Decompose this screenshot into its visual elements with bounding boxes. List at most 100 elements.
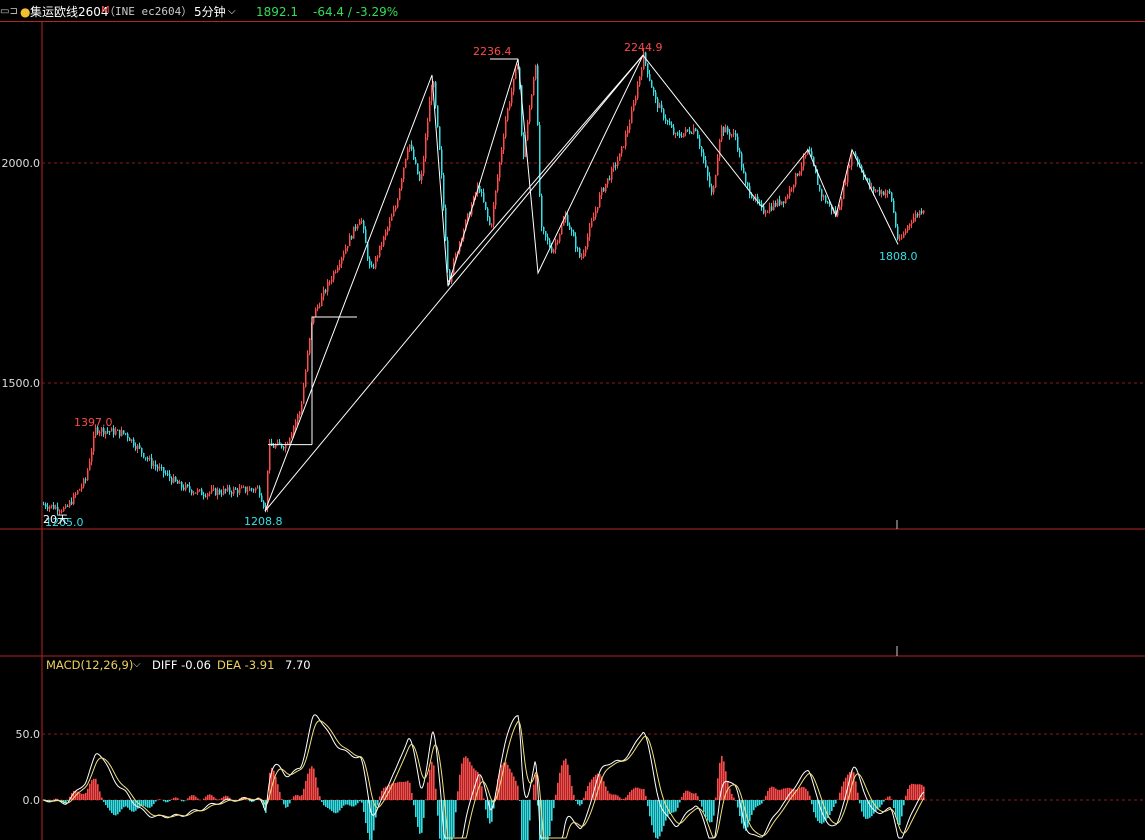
macd-bar (703, 800, 705, 813)
candle-body (705, 160, 707, 167)
macd-bar (803, 787, 805, 800)
candle-body (301, 403, 303, 413)
macd-bar (859, 800, 861, 804)
candle-body (63, 507, 65, 512)
candle-body (215, 488, 217, 496)
macd-bar (801, 786, 803, 800)
candle-body (185, 484, 187, 490)
macd-bar (563, 760, 565, 800)
candle-body (797, 173, 799, 176)
candle-body (601, 188, 603, 195)
candle-body (625, 133, 627, 147)
candle-body (209, 492, 211, 494)
macd-indicator-label[interactable]: MACD(12,26,9) (46, 658, 133, 672)
candle-body (199, 489, 201, 491)
macd-bar (641, 789, 643, 800)
macd-bar (435, 788, 437, 800)
macd-bar (907, 789, 909, 800)
candle-body (825, 196, 827, 203)
macd-bar (637, 787, 639, 800)
chevron-down-icon[interactable]: ⌵ (133, 658, 141, 672)
candle-body (661, 104, 663, 110)
candle-body (65, 505, 67, 508)
candle-body (617, 160, 619, 167)
candle-body (187, 484, 189, 487)
macd-bar (305, 780, 307, 800)
kline-chart[interactable]: 2000.01500.050.00.01205.020天1397.01208.8… (0, 0, 1145, 840)
macd-bar (751, 800, 753, 815)
candle-body (435, 82, 437, 106)
macd-bar (105, 800, 107, 806)
macd-bar (507, 764, 509, 800)
candle-body (753, 197, 755, 200)
candle-body (487, 208, 489, 218)
macd-bar (415, 800, 417, 818)
candle-body (539, 125, 541, 196)
macd-bar (285, 800, 287, 808)
candle-body (73, 494, 75, 505)
candle-body (481, 191, 483, 193)
candle-body (237, 489, 239, 494)
candle-body (795, 173, 797, 185)
macd-bar (567, 764, 569, 800)
macd-bar (451, 800, 453, 840)
macd-bar (311, 766, 313, 800)
candle-body (137, 445, 139, 449)
candle-body (427, 121, 429, 138)
macd-bar (323, 800, 325, 806)
candle-body (91, 451, 93, 462)
macd-bar (339, 800, 341, 811)
macd-bar (913, 783, 915, 800)
candle-body (289, 438, 291, 444)
macd-bar (427, 782, 429, 800)
macd-bar (175, 797, 177, 800)
candle-body (665, 118, 667, 121)
macd-bar (393, 782, 395, 800)
macd-bar (351, 800, 353, 807)
candle-body (141, 447, 143, 454)
candle-body (161, 467, 163, 469)
macd-bar (437, 800, 439, 816)
candle-body (303, 386, 305, 404)
macd-bar (617, 795, 619, 800)
macd-bar (605, 786, 607, 800)
candle-body (717, 157, 719, 176)
macd-bar (915, 784, 917, 800)
macd-bar (329, 800, 331, 810)
candle-body (401, 179, 403, 189)
candle-body (785, 198, 787, 204)
macd-bar (461, 763, 463, 800)
macd-bar (903, 800, 905, 806)
macd-bar (577, 800, 579, 805)
macd-bar (171, 799, 173, 800)
candle-body (113, 428, 115, 435)
macd-bar (421, 800, 423, 833)
candle-body (667, 120, 669, 122)
candle-body (393, 210, 395, 217)
macd-bar (575, 800, 577, 801)
candle-body (669, 121, 671, 125)
candle-body (57, 506, 59, 512)
candle-body (403, 167, 405, 180)
candle-body (497, 177, 499, 191)
macd-bar (303, 788, 305, 800)
candle-body (585, 247, 587, 253)
macd-bar (163, 800, 165, 802)
macd-bar (841, 786, 843, 800)
macd-bar (111, 800, 113, 814)
macd-bar (691, 793, 693, 800)
macd-bar (473, 768, 475, 800)
macd-bar (145, 800, 147, 807)
candle-body (279, 442, 281, 444)
macd-bar (711, 800, 713, 823)
macd-bar (405, 781, 407, 800)
macd-bar (291, 799, 293, 800)
macd-bar (513, 776, 515, 800)
macd-bar (197, 798, 199, 800)
candle-body (783, 201, 785, 204)
macd-bar (761, 800, 763, 804)
macd-bar (467, 758, 469, 800)
macd-bar (555, 794, 557, 800)
macd-bar (403, 781, 405, 800)
candle-body (331, 279, 333, 282)
